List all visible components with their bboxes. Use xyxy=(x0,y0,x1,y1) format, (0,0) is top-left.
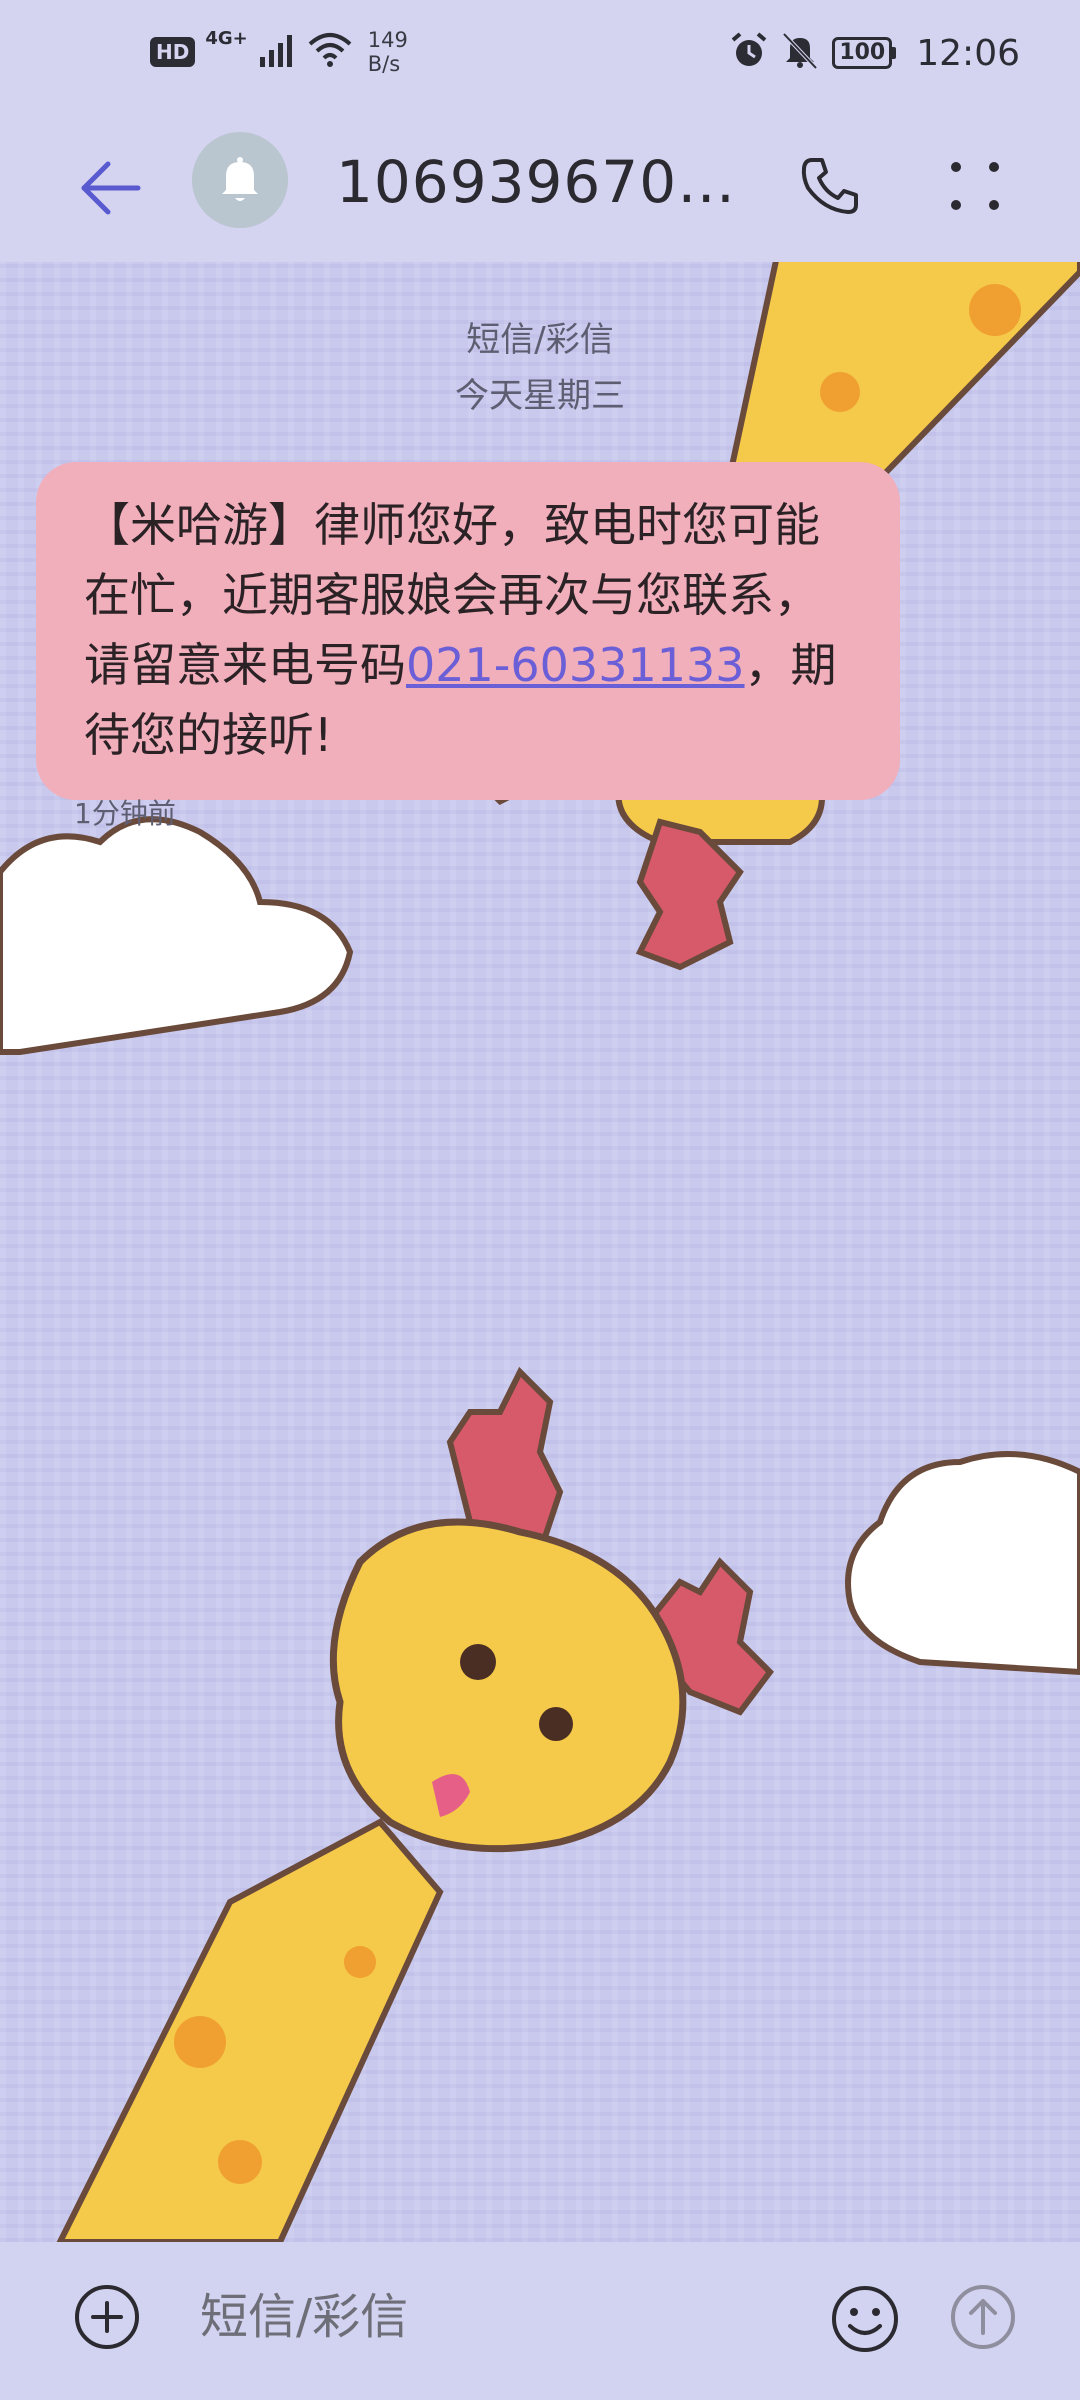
network-speed-unit: B/s xyxy=(367,52,401,76)
bell-icon xyxy=(222,157,258,201)
add-attachment-button[interactable] xyxy=(72,2282,142,2352)
more-dots-icon xyxy=(951,162,999,210)
message-input[interactable] xyxy=(200,2272,800,2362)
smiley-icon xyxy=(832,2286,898,2352)
battery-tip xyxy=(892,47,897,59)
message-bubble[interactable]: 【米哈游】律师您好，致电时您可能在忙，近期客服娘会再次与您联系，请留意来电号码0… xyxy=(36,462,900,800)
emoji-button[interactable] xyxy=(828,2282,902,2356)
battery-level: 100 xyxy=(832,37,893,69)
status-time: 12:06 xyxy=(916,32,1020,74)
send-arrow-up-icon xyxy=(951,2285,1015,2349)
sms-conversation-screen: HD 4G+ 149 B/s 100 12:06 1069396708… 短信/… xyxy=(0,0,1080,2400)
network-type: 4G+ xyxy=(205,28,248,49)
alarm-icon xyxy=(730,32,768,74)
send-button[interactable] xyxy=(948,2282,1018,2352)
status-bar-right: 100 12:06 xyxy=(730,32,1020,74)
hd-badge: HD xyxy=(150,37,196,67)
message-list[interactable]: 短信/彩信 今天星期三 【米哈游】律师您好，致电时您可能在忙，近期客服娘会再次与… xyxy=(0,262,1080,2242)
call-button[interactable] xyxy=(790,146,870,226)
mute-icon xyxy=(782,32,818,74)
plus-circle-icon xyxy=(75,2285,139,2349)
network-speed-value: 149 xyxy=(367,28,408,52)
back-arrow-icon xyxy=(81,161,141,215)
back-button[interactable] xyxy=(70,148,150,228)
contact-title[interactable]: 1069396708… xyxy=(336,148,756,216)
date-separator: 今天星期三 xyxy=(455,376,625,416)
message-type-label: 短信/彩信 xyxy=(466,320,614,360)
wifi-icon xyxy=(308,32,352,72)
more-options-button[interactable] xyxy=(935,146,1015,226)
battery-icon: 100 xyxy=(832,37,897,69)
message-timestamp: 1分钟前 xyxy=(74,797,176,830)
status-bar-left: HD 4G+ 149 B/s xyxy=(150,28,408,76)
status-bar: HD 4G+ 149 B/s 100 12:06 xyxy=(0,0,1080,120)
signal-icon xyxy=(258,33,298,71)
avatar[interactable] xyxy=(192,132,288,228)
phone-link[interactable]: 021-60331133 xyxy=(406,638,745,692)
conversation-header: 1069396708… xyxy=(0,120,1080,260)
network-speed: 149 B/s xyxy=(368,28,408,76)
message-composer xyxy=(0,2242,1080,2400)
phone-icon xyxy=(801,158,858,214)
